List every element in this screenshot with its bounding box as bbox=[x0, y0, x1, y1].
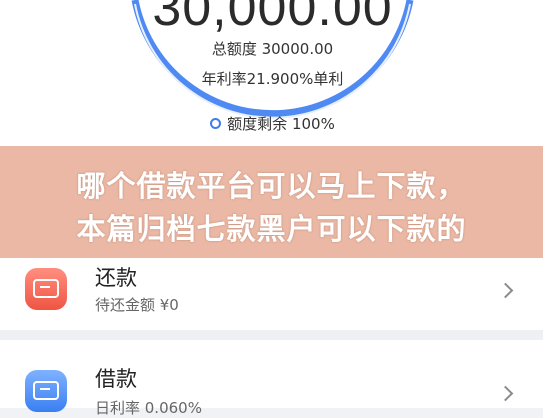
remaining-label: 额度剩余 100% bbox=[227, 115, 335, 133]
banner-line-2: 本篇归档七款黑户可以下款的 bbox=[76, 212, 467, 246]
repay-item[interactable]: 还款 待还金额 ¥0 bbox=[0, 258, 543, 340]
total-limit: 总额度 30000.00 bbox=[211, 40, 334, 58]
borrow-icon bbox=[25, 370, 67, 412]
borrow-title: 借款 bbox=[95, 367, 137, 391]
chevron-right-icon bbox=[497, 282, 514, 299]
borrow-item[interactable]: 借款 日利率 0.060% bbox=[0, 340, 543, 417]
repay-amount: 待还金额 ¥0 bbox=[95, 296, 179, 314]
remaining-limit: 额度剩余 100% bbox=[150, 113, 395, 134]
repay-icon bbox=[25, 268, 67, 310]
credit-summary-card: 30,000.00 总额度 30000.00 年利率21.900%单利 额度剩余… bbox=[0, 0, 543, 150]
credit-amount: 30,000.00 bbox=[152, 0, 393, 37]
banner-line-1: 哪个借款平台可以马上下款， bbox=[76, 169, 467, 203]
annual-rate: 年利率21.900%单利 bbox=[201, 70, 344, 88]
repay-title: 还款 bbox=[95, 266, 137, 290]
chevron-right-icon bbox=[497, 385, 514, 402]
circle-dot-icon bbox=[210, 117, 222, 129]
